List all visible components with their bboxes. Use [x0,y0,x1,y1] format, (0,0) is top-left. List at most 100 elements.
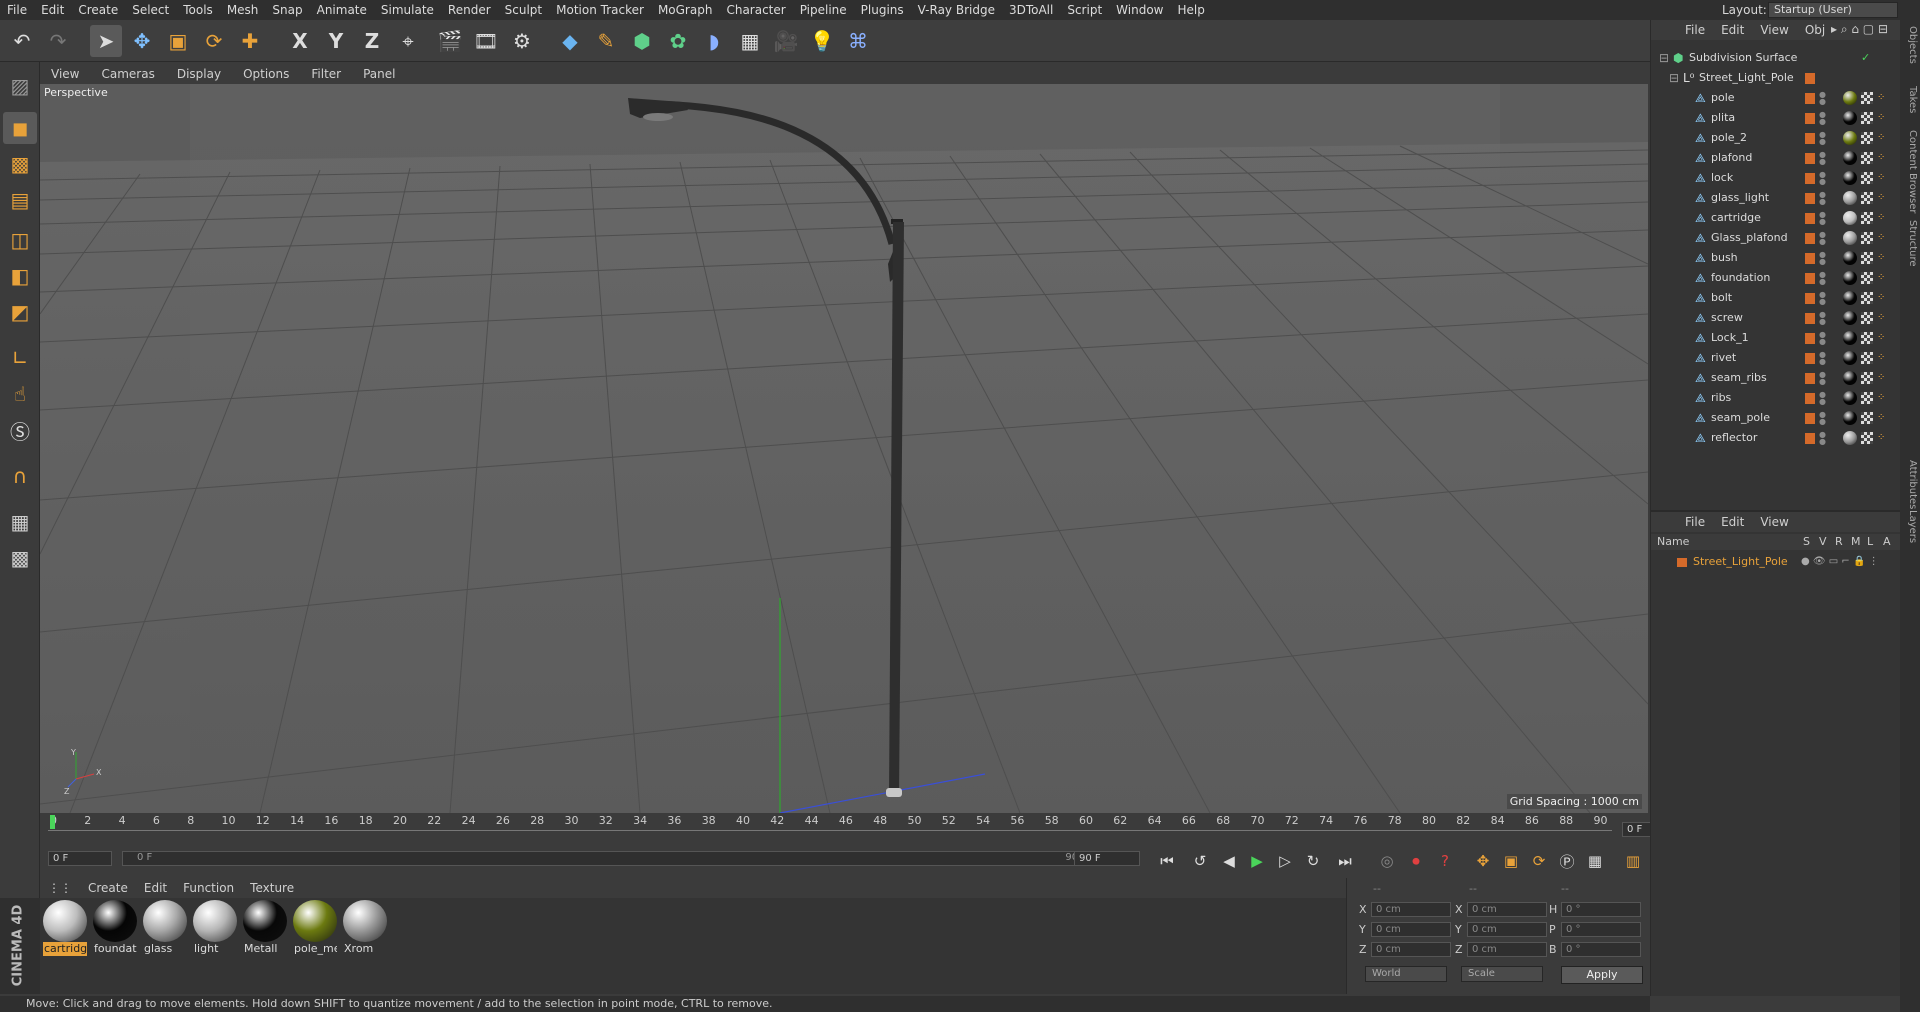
visibility-dots[interactable]: ● ● [1819,91,1826,106]
camera-icon[interactable]: 🎥 [770,25,802,57]
phong-tag[interactable]: ⁘ [1877,248,1885,268]
material-tag[interactable] [1843,311,1857,325]
menu-item[interactable]: Select [125,0,176,20]
polygons-mode-icon[interactable]: ◩ [3,296,37,328]
texture-tag[interactable] [1861,212,1873,224]
menu-item[interactable]: Tools [176,0,220,20]
object-row[interactable]: ⟁ plafond ● ● ⁘ [1651,148,1901,168]
visibility-dots[interactable]: ● ● [1819,351,1826,366]
object-row[interactable]: ⟁ reflector ● ● ⁘ [1651,428,1901,448]
pen-icon[interactable]: ✎ [590,25,622,57]
floor-icon[interactable]: ▦ [734,25,766,57]
cloner-icon[interactable]: ✿ [662,25,694,57]
layout-select[interactable]: Startup (User) [1768,2,1898,18]
tree-root-item[interactable]: ⊟ ⬢ Subdivision Surface ✓ [1651,48,1901,68]
object-row[interactable]: ⟁ plita ● ● ⁘ [1651,108,1901,128]
texture-tag[interactable] [1861,272,1873,284]
collapse-icon[interactable]: ⊟ [1659,48,1669,68]
phong-tag[interactable]: ⁘ [1877,188,1885,208]
lock-grid-icon[interactable]: ▦ [3,506,37,538]
key-param-icon[interactable]: Ⓟ [1556,850,1578,872]
coord-value-field[interactable]: 0 cm [1371,902,1451,917]
model-mode-icon[interactable]: ▨ [3,70,37,102]
magnet-icon[interactable]: ∩ [3,460,37,492]
manager-tab[interactable]: Attributes [1902,460,1918,509]
menu-item[interactable]: Render [441,0,498,20]
manager-tab[interactable]: Takes [1902,86,1918,113]
menu-item[interactable]: Script [1060,0,1109,20]
edges-mode-icon[interactable]: ◧ [3,260,37,292]
visibility-dots[interactable]: ● ● [1819,411,1826,426]
material-tag[interactable] [1843,291,1857,305]
visibility-dots[interactable]: ● ● [1819,151,1826,166]
phong-tag[interactable]: ⁘ [1877,328,1885,348]
material-tag[interactable] [1843,271,1857,285]
range-slider[interactable]: 0 F 90 F [122,851,1102,866]
menu-item[interactable]: Edit [34,0,71,20]
coord-value-field[interactable]: 0 ° [1561,922,1641,937]
texture-tag[interactable] [1861,92,1873,104]
phong-tag[interactable]: ⁘ [1877,348,1885,368]
goto-end-icon[interactable]: ⏭ [1334,850,1356,872]
coord-value-field[interactable]: 0 ° [1561,902,1641,917]
object-manager-tool-icons[interactable]: ▸ ⌕ ⌂ ▢ ⊟ [1831,22,1888,37]
end-frame-field[interactable]: 90 F [1074,851,1140,866]
texture-tag[interactable] [1861,312,1873,324]
render-view-icon[interactable]: 🎬 [434,25,466,57]
coord-value-field[interactable]: 0 cm [1467,902,1547,917]
menu-item[interactable]: Pipeline [793,0,854,20]
material-tag[interactable] [1843,171,1857,185]
add-icon[interactable]: ✚ [234,25,266,57]
texture-tag[interactable] [1861,332,1873,344]
viewport-menu-item[interactable]: Display [166,67,232,81]
menu-item[interactable]: V-Ray Bridge [911,0,1002,20]
viewport-menu-item[interactable]: View [40,67,90,81]
phong-tag[interactable]: ⁘ [1877,108,1885,128]
layer-color-swatch[interactable] [1677,558,1687,567]
menu-item[interactable]: Simulate [374,0,441,20]
deformer-icon[interactable]: ◗ [698,25,730,57]
phong-tag[interactable]: ⁘ [1877,368,1885,388]
viewport-camera-label[interactable]: Perspective [44,86,108,99]
phong-tag[interactable]: ⁘ [1877,168,1885,188]
material-tag[interactable] [1843,351,1857,365]
visibility-dots[interactable]: ● ● [1819,191,1826,206]
texture-tag[interactable] [1861,292,1873,304]
material-swatch[interactable]: Xrom [343,900,387,958]
texture-tag[interactable] [1861,372,1873,384]
render-settings-icon[interactable]: ⚙ [506,25,538,57]
coord-value-field[interactable]: 0 cm [1371,922,1451,937]
texture-tag[interactable] [1861,152,1873,164]
material-tag[interactable] [1843,91,1857,105]
undo-icon[interactable]: ↶ [6,25,38,57]
menu-item[interactable]: Mesh [220,0,266,20]
material-swatch[interactable]: light [193,900,237,958]
y-axis-icon[interactable]: Y [320,25,352,57]
material-tag[interactable] [1843,331,1857,345]
object-row[interactable]: ⟁ seam_pole ● ● ⁘ [1651,408,1901,428]
menu-item[interactable]: Character [719,0,792,20]
texture-tag[interactable] [1861,252,1873,264]
phong-tag[interactable]: ⁘ [1877,208,1885,228]
phong-tag[interactable]: ⁘ [1877,268,1885,288]
points-mode-icon[interactable]: ◫ [3,224,37,256]
om-menu-item[interactable]: View [1752,23,1796,37]
material-tag[interactable] [1843,231,1857,245]
coord-mode-select[interactable]: Scale [1461,966,1543,982]
om-menu-item[interactable]: File [1677,23,1713,37]
manager-tab[interactable]: Objects [1902,26,1918,64]
material-menu-item[interactable]: Edit [136,881,175,895]
visibility-dots[interactable]: ● ● [1819,431,1826,446]
z-axis-icon[interactable]: Z [356,25,388,57]
keyframe-icon[interactable]: ◎ [1376,850,1398,872]
lm-menu-item[interactable]: Edit [1713,515,1752,529]
texture-tag[interactable] [1861,412,1873,424]
object-row[interactable]: ⟁ bush ● ● ⁘ [1651,248,1901,268]
texture-tag[interactable] [1861,112,1873,124]
menu-item[interactable]: Window [1109,0,1170,20]
playhead[interactable] [50,815,55,829]
snap-icon[interactable]: Ⓢ [3,414,37,446]
visibility-dots[interactable]: ● ● [1819,271,1826,286]
manager-tab[interactable]: Content Browser [1902,130,1918,213]
light-icon[interactable]: 💡 [806,25,838,57]
